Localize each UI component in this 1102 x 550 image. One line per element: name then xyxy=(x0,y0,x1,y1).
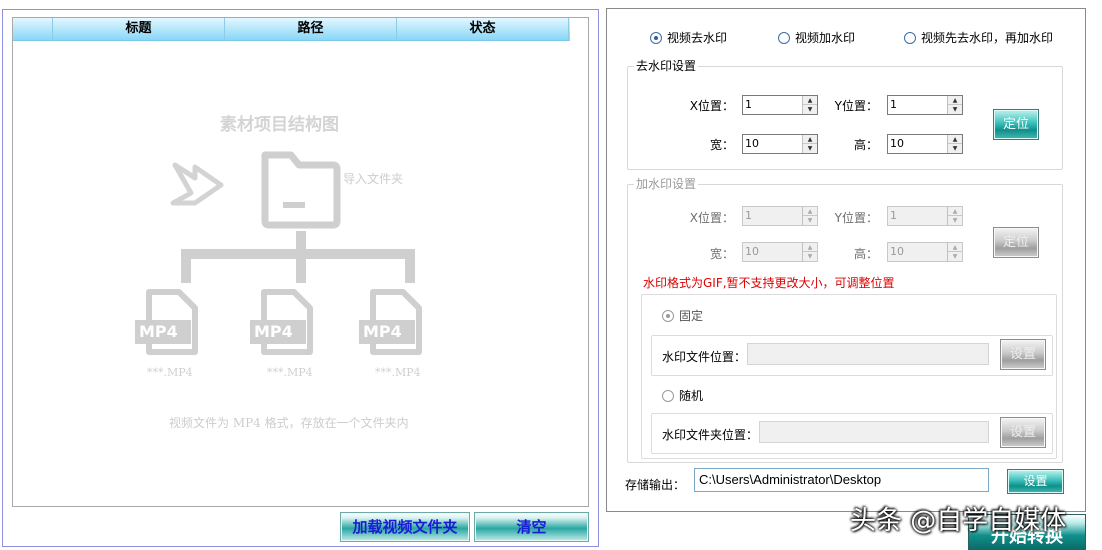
file-icon-3: MP4 xyxy=(359,288,433,361)
watermark-folder-set-button[interactable]: 设置 xyxy=(1000,417,1046,448)
width-label: 宽： xyxy=(709,138,734,152)
add-locate-button[interactable]: 定位 xyxy=(993,227,1039,258)
add-watermark-group: 加水印设置 X位置： 1 ▲ ▼ Y位置： 1 ▲ ▼ 宽： 10 ▲ ▼ 高： xyxy=(627,177,1063,463)
folder-icon xyxy=(261,151,341,229)
file-badge: MP4 xyxy=(363,322,402,341)
watermark-folder-label: 水印文件夹位置： xyxy=(662,428,759,442)
clear-button[interactable]: 清空 xyxy=(474,512,589,542)
mode-remove-then-add-label: 视频先去水印，再加水印 xyxy=(921,31,1054,45)
video-list-panel: 标题 路径 状态 素材项目结构图 MP4 MP4 MP4 导入文件夹 ***.M… xyxy=(2,9,599,547)
height-label: 高： xyxy=(853,138,878,152)
spinner-up-icon[interactable]: ▲ xyxy=(948,207,962,216)
spinner-buttons: ▲ ▼ xyxy=(947,135,962,153)
placement-random-label: 随机 xyxy=(679,389,704,403)
placement-fixed-label: 固定 xyxy=(679,309,704,323)
add-width-value: 10 xyxy=(745,245,759,258)
tree-connector-lines xyxy=(181,231,415,283)
mode-remove-label: 视频去水印 xyxy=(667,31,728,45)
watermark-placement-group: 固定 水印文件位置： 设置 随机 水印文件夹位置： 设置 xyxy=(641,294,1057,459)
overlay-caption: 头条 @自学自媒体 xyxy=(850,506,1067,536)
file-caption: ***.MP4 xyxy=(267,366,313,379)
x-position-spinner[interactable]: 1 ▲ ▼ xyxy=(742,95,818,115)
spinner-up-icon[interactable]: ▲ xyxy=(948,96,962,105)
file-caption: ***.MP4 xyxy=(375,366,421,379)
placement-fixed-radio[interactable]: 固定 xyxy=(662,307,703,324)
y-position-label: Y位置： xyxy=(834,211,878,225)
column-status[interactable]: 状态 xyxy=(397,18,569,41)
watermark-file-label: 水印文件位置： xyxy=(662,350,747,364)
column-title[interactable]: 标题 xyxy=(53,18,225,41)
watermark-file-input[interactable] xyxy=(747,343,989,365)
add-height-spinner[interactable]: 10 ▲ ▼ xyxy=(887,242,963,262)
y-position-value: 1 xyxy=(890,98,897,111)
radio-unchecked-icon xyxy=(778,31,790,44)
mode-add-radio[interactable]: 视频加水印 xyxy=(778,29,855,46)
output-label: 存储输出： xyxy=(625,478,686,492)
file-caption: ***.MP4 xyxy=(147,366,193,379)
spinner-down-icon[interactable]: ▼ xyxy=(948,216,962,225)
illustration-hint: 视频文件为 MP4 格式，存放在一个文件夹内 xyxy=(169,416,409,430)
remove-locate-button[interactable]: 定位 xyxy=(993,109,1039,140)
watermark-file-set-button[interactable]: 设置 xyxy=(1000,339,1046,370)
watermark-folder-input[interactable] xyxy=(759,421,989,443)
radio-checked-icon xyxy=(662,309,674,322)
file-badge: MP4 xyxy=(139,322,178,341)
radio-unchecked-icon xyxy=(662,389,674,402)
file-badge: MP4 xyxy=(254,322,293,341)
width-value: 10 xyxy=(745,137,759,150)
output-set-button[interactable]: 设置 xyxy=(1007,469,1064,494)
watermark-file-row: 水印文件位置： 设置 xyxy=(651,335,1053,376)
import-folder-label: 导入文件夹 xyxy=(343,172,404,186)
add-height-value: 10 xyxy=(890,245,904,258)
illustration-title: 素材项目结构图 xyxy=(220,115,339,135)
add-x-position-spinner[interactable]: 1 ▲ ▼ xyxy=(742,206,818,226)
height-spinner[interactable]: 10 ▲ ▼ xyxy=(887,134,963,154)
watermark-folder-row: 水印文件夹位置： 设置 xyxy=(651,413,1053,454)
video-list[interactable]: 标题 路径 状态 素材项目结构图 MP4 MP4 MP4 导入文件夹 ***.M… xyxy=(12,17,589,507)
mode-add-label: 视频加水印 xyxy=(795,31,856,45)
radio-unchecked-icon xyxy=(904,31,916,44)
add-x-position-value: 1 xyxy=(745,209,752,222)
settings-panel: 视频去水印 视频加水印 视频先去水印，再加水印 去水印设置 X位置： 1 ▲ ▼… xyxy=(606,8,1086,512)
spinner-buttons: ▲ ▼ xyxy=(947,243,962,261)
mode-remove-then-add-radio[interactable]: 视频先去水印，再加水印 xyxy=(904,29,1053,46)
remove-watermark-group: 去水印设置 X位置： 1 ▲ ▼ Y位置： 1 ▲ ▼ 宽： 10 ▲ ▼ 高： xyxy=(627,59,1063,170)
spinner-buttons: ▲ ▼ xyxy=(947,96,962,114)
spinner-up-icon[interactable]: ▲ xyxy=(948,243,962,252)
width-label: 宽： xyxy=(709,247,734,261)
height-label: 高： xyxy=(853,247,878,261)
y-position-label: Y位置： xyxy=(834,99,878,113)
spinner-buttons: ▲ ▼ xyxy=(947,207,962,225)
add-y-position-value: 1 xyxy=(890,209,897,222)
x-position-label: X位置： xyxy=(689,99,734,113)
file-icon-2: MP4 xyxy=(250,288,324,361)
add-watermark-legend: 加水印设置 xyxy=(634,177,699,191)
width-spinner[interactable]: 10 ▲ ▼ xyxy=(742,134,818,154)
list-header-spacer xyxy=(13,18,53,41)
x-position-label: X位置： xyxy=(689,211,734,225)
gif-format-note: 水印格式为GIF,暂不支持更改大小，可调整位置 xyxy=(643,276,895,290)
height-value: 10 xyxy=(890,137,904,150)
x-position-value: 1 xyxy=(745,98,752,111)
import-arrow-icon xyxy=(170,162,224,206)
placement-random-radio[interactable]: 随机 xyxy=(662,387,703,404)
spinner-down-icon[interactable]: ▼ xyxy=(948,105,962,114)
spinner-down-icon[interactable]: ▼ xyxy=(948,252,962,261)
add-width-spinner[interactable]: 10 ▲ ▼ xyxy=(742,242,818,262)
spinner-down-icon[interactable]: ▼ xyxy=(948,144,962,153)
column-path[interactable]: 路径 xyxy=(225,18,397,41)
load-video-folder-button[interactable]: 加载视频文件夹 xyxy=(340,512,470,542)
add-y-position-spinner[interactable]: 1 ▲ ▼ xyxy=(887,206,963,226)
y-position-spinner[interactable]: 1 ▲ ▼ xyxy=(887,95,963,115)
file-icon-1: MP4 xyxy=(135,288,209,361)
list-header: 标题 路径 状态 xyxy=(13,18,570,41)
output-path-input[interactable]: C:\Users\Administrator\Desktop xyxy=(694,468,989,492)
radio-checked-icon xyxy=(650,31,662,44)
remove-watermark-legend: 去水印设置 xyxy=(634,59,699,73)
spinner-up-icon[interactable]: ▲ xyxy=(948,135,962,144)
mode-remove-radio[interactable]: 视频去水印 xyxy=(650,29,727,46)
